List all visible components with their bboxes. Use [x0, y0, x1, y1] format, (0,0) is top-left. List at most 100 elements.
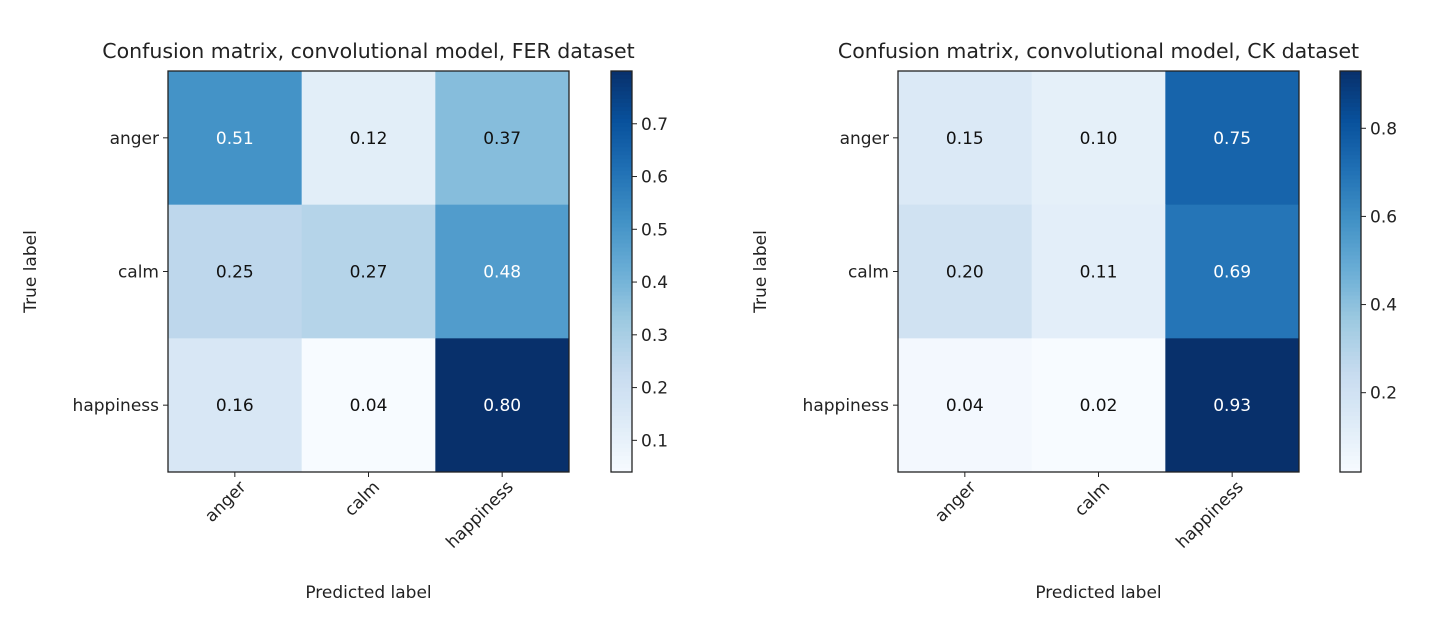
- colorbar-segment: [611, 83, 632, 88]
- colorbar-segment: [1340, 283, 1361, 289]
- cell-value-label: 0.12: [350, 129, 388, 149]
- cell-value-label: 0.15: [946, 129, 984, 149]
- colorbar-segment: [1340, 311, 1361, 317]
- x-tick-label: anger: [201, 477, 250, 526]
- colorbar-segment: [611, 231, 632, 237]
- x-tick-label: happiness: [1172, 477, 1247, 552]
- y-tick-label: calm: [118, 263, 159, 283]
- colorbar-segment: [1340, 79, 1361, 84]
- colorbar-segment: [611, 351, 632, 357]
- colorbar-segment: [611, 75, 632, 80]
- colorbar-segment: [1340, 103, 1361, 108]
- colorbar-segment: [611, 247, 632, 253]
- colorbar-segment: [1340, 139, 1361, 144]
- colorbar-segment: [611, 295, 632, 301]
- colorbar-segment: [1340, 151, 1361, 156]
- colorbar: 0.1 0.2 0.3 0.4 0.5 0.6 0.7: [610, 70, 668, 473]
- colorbar-segment: [611, 211, 632, 216]
- colorbar-segment: [611, 375, 632, 381]
- colorbar-segment: [1340, 355, 1361, 361]
- colorbar-segment: [611, 279, 632, 285]
- colorbar-segment: [1340, 323, 1361, 329]
- colorbar-segment: [611, 447, 632, 453]
- colorbar-segment: [1340, 291, 1361, 297]
- colorbar-segment: [611, 287, 632, 293]
- colorbar-segment: [611, 455, 632, 461]
- colorbar-segment: [1340, 331, 1361, 337]
- cell-value-label: 0.20: [946, 263, 984, 283]
- colorbar-tick-label: 0.5: [641, 220, 668, 240]
- colorbar-segment: [1340, 315, 1361, 321]
- colorbar-segment: [1340, 423, 1361, 429]
- colorbar-segment: [1340, 95, 1361, 100]
- confusion-matrix-1: 0.51 0.12 0.37 0.25 0.27 0.48 0.16 0.04 0.80 Conf…: [21, 39, 668, 603]
- colorbar-tick-label: 0.7: [641, 115, 668, 135]
- colorbar-segment: [611, 415, 632, 421]
- colorbar-segment: [1340, 171, 1361, 176]
- colorbar-segment: [1340, 343, 1361, 349]
- colorbar-tick-label: 0.2: [1370, 384, 1397, 404]
- colorbar-segment: [611, 179, 632, 184]
- cell-value-label: 0.04: [350, 396, 388, 416]
- colorbar-segment: [1340, 403, 1361, 409]
- cell-value-label: 0.10: [1080, 129, 1118, 149]
- colorbar-segment: [1340, 215, 1361, 220]
- colorbar-segment: [1340, 459, 1361, 465]
- cell-value-label: 0.69: [1213, 263, 1251, 283]
- colorbar-segment: [611, 111, 632, 116]
- colorbar-segment: [1340, 111, 1361, 116]
- colorbar-segment: [611, 219, 632, 224]
- colorbar-segment: [611, 223, 632, 228]
- colorbar-segment: [1340, 259, 1361, 265]
- colorbar-segment: [1340, 223, 1361, 228]
- y-axis-label: True label: [751, 230, 771, 314]
- colorbar-segment: [611, 271, 632, 277]
- colorbar-segment: [611, 427, 632, 433]
- x-axis-label: Predicted label: [1035, 583, 1161, 603]
- cell-value-label: 0.27: [350, 263, 388, 283]
- colorbar-segment: [611, 243, 632, 249]
- colorbar-segment: [611, 323, 632, 329]
- colorbar-segment: [1340, 395, 1361, 401]
- colorbar-segment: [1340, 191, 1361, 196]
- colorbar-segment: [611, 195, 632, 200]
- colorbar-segment: [1340, 163, 1361, 168]
- colorbar-segment: [611, 155, 632, 160]
- colorbar-segment: [1340, 219, 1361, 224]
- colorbar-segment: [1340, 339, 1361, 345]
- colorbar-segment: [611, 391, 632, 397]
- colorbar-segment: [611, 227, 632, 232]
- colorbar-segment: [611, 167, 632, 172]
- colorbar-tick-label: 0.2: [641, 379, 668, 399]
- colorbar-segment: [1340, 275, 1361, 281]
- colorbar-segment: [1340, 363, 1361, 369]
- colorbar-segment: [611, 123, 632, 128]
- colorbar-segment: [1340, 463, 1361, 469]
- colorbar-segment: [611, 339, 632, 345]
- colorbar-segment: [1340, 115, 1361, 120]
- colorbar-segment: [1340, 167, 1361, 172]
- colorbar-segment: [611, 363, 632, 369]
- colorbar-segment: [1340, 243, 1361, 249]
- colorbar-segment: [1340, 123, 1361, 128]
- colorbar-segment: [611, 443, 632, 449]
- colorbar-segment: [1340, 427, 1361, 433]
- colorbar-segment: [1340, 99, 1361, 104]
- y-tick-label: happiness: [803, 396, 890, 416]
- colorbar-segment: [611, 399, 632, 405]
- colorbar-segment: [611, 163, 632, 168]
- colorbar-segment: [1340, 195, 1361, 200]
- colorbar-segment: [1340, 351, 1361, 357]
- colorbar-segment: [1340, 415, 1361, 421]
- confusion-matrix-2: 0.15 0.10 0.75 0.20 0.11 0.69 0.04 0.02 0.93 Conf…: [751, 39, 1397, 603]
- colorbar-segment: [611, 423, 632, 429]
- colorbar-segment: [611, 251, 632, 257]
- colorbar-segment: [611, 135, 632, 140]
- colorbar-segment: [611, 191, 632, 196]
- colorbar-segment: [1340, 307, 1361, 313]
- colorbar-segment: [1340, 83, 1361, 88]
- cell-value-label: 0.93: [1213, 396, 1251, 416]
- colorbar-segment: [1340, 107, 1361, 112]
- colorbar-segment: [1340, 91, 1361, 96]
- colorbar-segment: [1340, 431, 1361, 437]
